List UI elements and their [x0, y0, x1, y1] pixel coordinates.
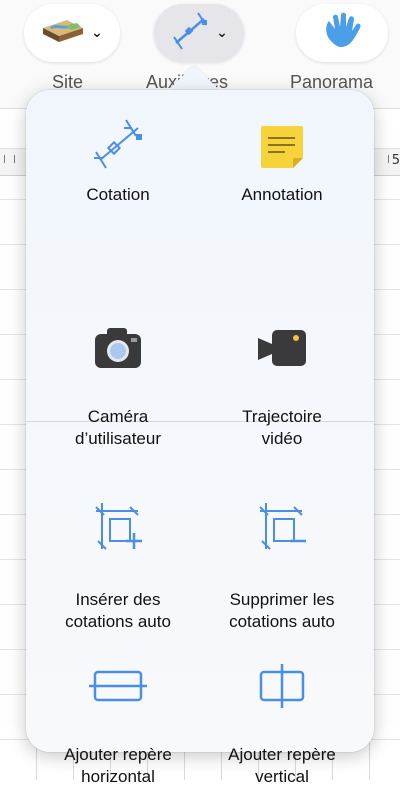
ruler-tick	[14, 155, 15, 163]
auto-dimension-remove-icon	[202, 477, 362, 559]
menu-item-label: Trajectoire vidéo	[242, 407, 322, 448]
chevron-down-icon: ⌄	[91, 25, 103, 41]
note-icon	[202, 124, 362, 176]
hand-icon	[321, 11, 363, 55]
terrain-icon	[41, 16, 85, 50]
panorama-button[interactable]	[296, 4, 388, 62]
auto-dimension-add-icon	[38, 477, 198, 559]
horizontal-guide-icon	[38, 642, 198, 714]
menu-item-remove-auto-dimensions[interactable]: Supprimer les cotations auto	[202, 455, 362, 633]
menu-item-label: Cotation	[86, 185, 150, 204]
menu-item-insert-auto-dimensions[interactable]: Insérer des cotations auto	[38, 455, 198, 633]
dimension-icon	[170, 11, 210, 55]
dimension-icon	[38, 118, 198, 176]
site-button[interactable]: ⌄	[24, 4, 120, 62]
menu-item-add-vertical-guide[interactable]: Ajouter repère vertical	[202, 620, 362, 788]
menu-item-label: Annotation	[241, 185, 323, 204]
menu-item-add-horizontal-guide[interactable]: Ajouter repère horizontal	[38, 620, 198, 788]
ruler-label: 5	[391, 153, 400, 168]
video-camera-icon	[202, 304, 362, 376]
menu-item-annotation[interactable]: Annotation	[202, 124, 362, 206]
menu-item-video-path[interactable]: Trajectoire vidéo	[202, 282, 362, 450]
menu-item-cotation[interactable]: Cotation	[38, 118, 198, 206]
camera-icon	[38, 304, 198, 376]
ruler-tick	[388, 155, 389, 163]
menu-item-label: Caméra d’utilisateur	[75, 407, 161, 448]
chevron-down-icon: ⌄	[216, 25, 228, 41]
vertical-guide-icon	[202, 642, 362, 714]
menu-item-camera[interactable]: Caméra d’utilisateur	[38, 282, 198, 450]
auxiliaires-button[interactable]: ⌄	[154, 4, 244, 62]
ruler-tick	[4, 155, 5, 163]
